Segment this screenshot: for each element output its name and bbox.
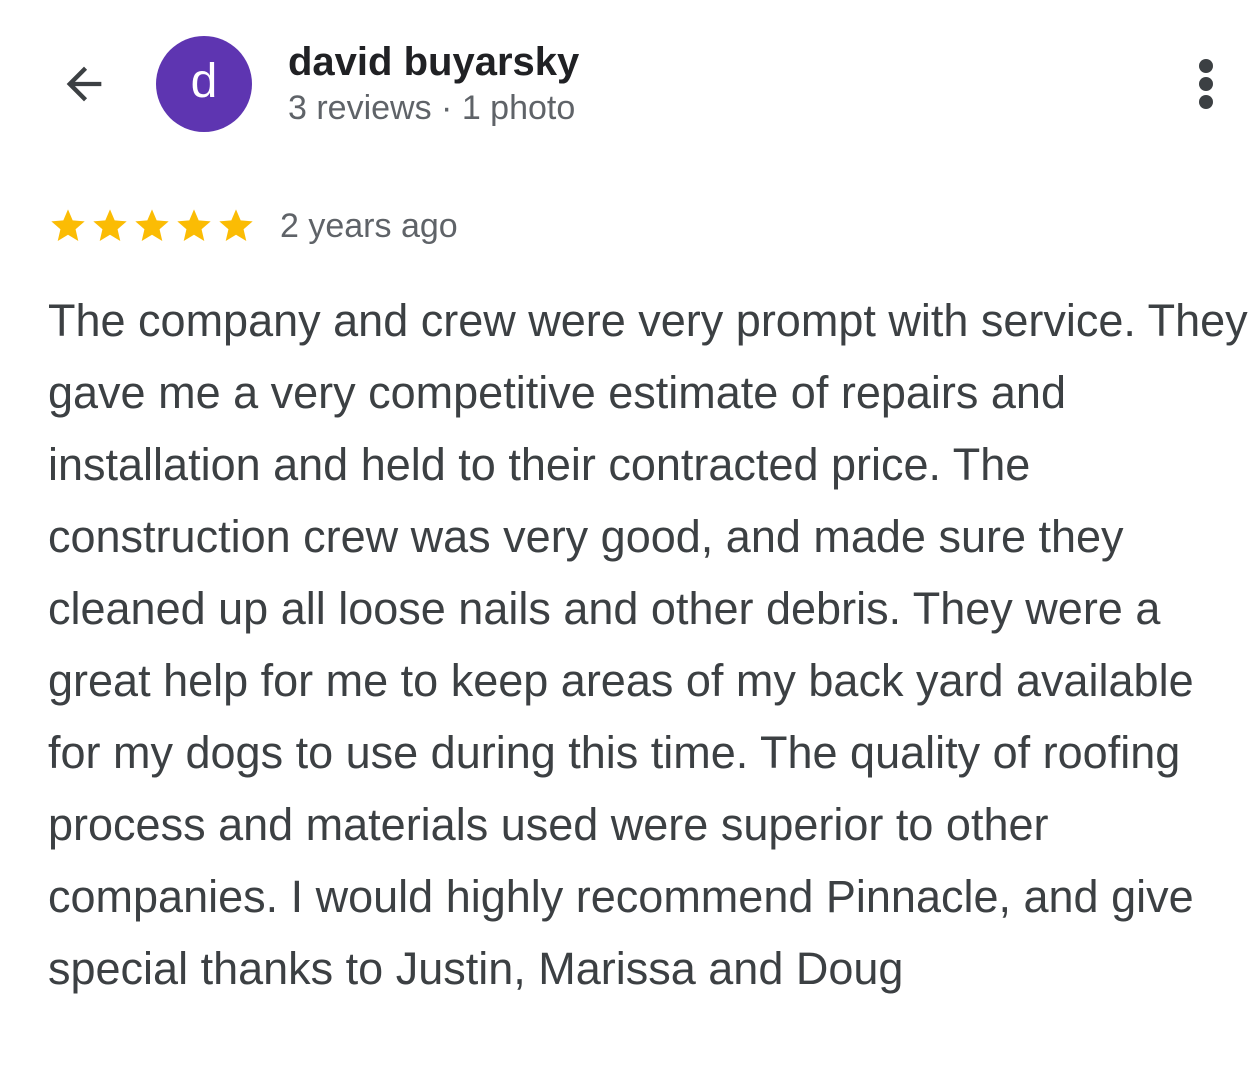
avatar[interactable]: d [156, 36, 252, 132]
star-icon [90, 206, 130, 246]
star-icon [216, 206, 256, 246]
arrow-back-icon [66, 66, 102, 102]
back-button[interactable] [52, 52, 116, 116]
reviewer-name[interactable]: david buyarsky [288, 38, 579, 86]
review-date: 2 years ago [280, 207, 458, 245]
more-vertical-icon [1199, 59, 1213, 109]
star-rating [48, 206, 256, 246]
review-header: d david buyarsky 3 reviews · 1 photo [0, 0, 1254, 160]
rating-row: 2 years ago [48, 202, 458, 250]
star-icon [48, 206, 88, 246]
star-icon [132, 206, 172, 246]
more-options-button[interactable] [1182, 52, 1230, 116]
review-text: The company and crew were very prompt wi… [48, 295, 1248, 994]
star-icon [174, 206, 214, 246]
reviewer-meta: 3 reviews · 1 photo [288, 89, 576, 127]
avatar-letter: d [190, 55, 218, 108]
